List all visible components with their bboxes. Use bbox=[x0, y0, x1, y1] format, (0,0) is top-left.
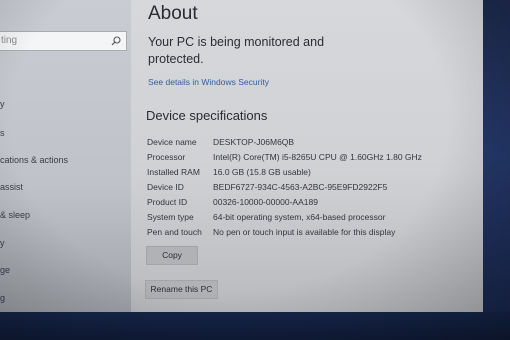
sidebar-item-notifications[interactable]: cations & actions bbox=[0, 155, 68, 165]
spec-value: No pen or touch input is available for t… bbox=[213, 227, 396, 237]
screen: ting y s cations & actions assist & slee… bbox=[0, 0, 510, 340]
spec-label: Processor bbox=[147, 152, 186, 162]
sidebar-item-1[interactable]: s bbox=[0, 128, 5, 138]
sidebar-item-battery[interactable]: y bbox=[0, 238, 5, 248]
sidebar-item-power-sleep[interactable]: & sleep bbox=[0, 210, 30, 220]
sidebar-item-storage[interactable]: ge bbox=[0, 265, 10, 275]
spec-value: Intel(R) Core(TM) i5-8265U CPU @ 1.60GHz… bbox=[213, 152, 422, 162]
search-icon bbox=[111, 36, 121, 46]
spec-label: Installed RAM bbox=[147, 167, 200, 177]
copy-button[interactable]: Copy bbox=[146, 246, 198, 265]
spec-value: 64-bit operating system, x64-based proce… bbox=[213, 212, 386, 222]
page-title: About bbox=[148, 3, 198, 24]
desktop-background bbox=[483, 0, 510, 312]
spec-value: 16.0 GB (15.8 GB usable) bbox=[213, 167, 311, 177]
spec-value: 00326-10000-00000-AA189 bbox=[213, 197, 318, 207]
search-placeholder: ting bbox=[1, 35, 18, 46]
sidebar-item-tablet[interactable]: g bbox=[0, 293, 5, 303]
protection-status: Your PC is being monitored and protected… bbox=[148, 35, 325, 66]
spec-label: Pen and touch bbox=[147, 227, 202, 237]
spec-label: Product ID bbox=[147, 197, 188, 207]
spec-value: BEDF6727-934C-4563-A2BC-95E9FD2922F5 bbox=[213, 182, 388, 192]
search-input[interactable]: ting bbox=[0, 31, 127, 51]
sidebar-item-focus-assist[interactable]: assist bbox=[0, 182, 23, 192]
spec-value: DESKTOP-J06M6QB bbox=[213, 137, 295, 147]
sidebar-item-0[interactable]: y bbox=[0, 99, 5, 109]
spec-label: Device ID bbox=[147, 182, 184, 192]
rename-pc-button[interactable]: Rename this PC bbox=[145, 280, 218, 299]
device-specifications-heading: Device specifications bbox=[146, 108, 268, 123]
about-panel: About Your PC is being monitored and pro… bbox=[131, 0, 483, 312]
taskbar bbox=[0, 312, 510, 340]
settings-sidebar: ting y s cations & actions assist & slee… bbox=[0, 0, 131, 312]
spec-label: System type bbox=[147, 212, 194, 222]
windows-security-link[interactable]: See details in Windows Security bbox=[148, 77, 269, 87]
spec-label: Device name bbox=[147, 137, 197, 147]
